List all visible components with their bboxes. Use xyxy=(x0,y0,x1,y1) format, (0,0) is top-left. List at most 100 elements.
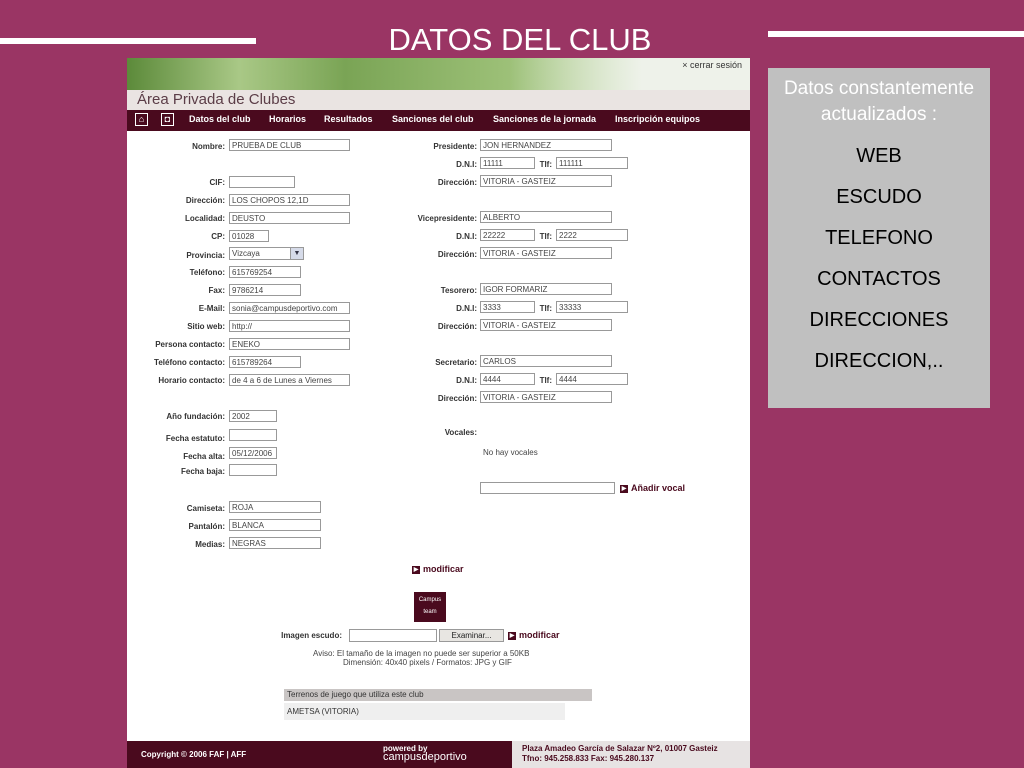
secretario-tlf-input[interactable]: 4444 xyxy=(556,373,628,385)
cif-input[interactable] xyxy=(229,176,295,188)
arrow-right-icon: ▶ xyxy=(508,631,516,640)
fecha-estatuto-label: Fecha estatuto: xyxy=(165,434,225,443)
browse-button[interactable]: Examinar... xyxy=(439,629,504,642)
fecha-estatuto-input[interactable] xyxy=(229,429,277,441)
vicepresidente-input[interactable]: ALBERTO xyxy=(480,211,612,223)
presidente-dir-label: Dirección: xyxy=(437,178,477,187)
vicepresidente-tlf-label: Tlf: xyxy=(539,232,552,241)
chevron-down-icon[interactable]: ▼ xyxy=(290,248,303,259)
persona-contacto-input[interactable]: ENEKO xyxy=(229,338,350,350)
presidente-tlf-input[interactable]: 111111 xyxy=(556,157,628,169)
vocal-input[interactable] xyxy=(480,482,615,494)
nav-inscripcion-equipos[interactable]: Inscripción equipos xyxy=(615,114,700,124)
web-label: Sitio web: xyxy=(187,322,225,331)
area-title: Área Privada de Clubes xyxy=(127,90,750,110)
nombre-label: Nombre: xyxy=(192,142,225,151)
presidente-dir-input[interactable]: VITORIA - GASTEIZ xyxy=(480,175,612,187)
cif-label: CIF: xyxy=(209,178,225,187)
tesorero-label: Tesorero: xyxy=(440,286,477,295)
telefono-input[interactable]: 615769254 xyxy=(229,266,301,278)
secretario-label: Secretario: xyxy=(435,358,477,367)
nav-resultados[interactable]: Resultados xyxy=(324,114,373,124)
email-label: E-Mail: xyxy=(198,304,225,313)
nav-datos-del-club[interactable]: Datos del club xyxy=(189,114,251,124)
tesorero-dni-label: D.N.I: xyxy=(456,304,477,313)
localidad-input[interactable]: DEUSTO xyxy=(229,212,350,224)
cp-input[interactable]: 01028 xyxy=(229,230,269,242)
imagen-escudo-label: Imagen escudo: xyxy=(281,631,342,640)
copyright-text: Copyright © 2006 FAF | AFF xyxy=(141,750,247,759)
email-input[interactable]: sonia@campusdeportivo.com xyxy=(229,302,350,314)
nav-horarios[interactable]: Horarios xyxy=(269,114,306,124)
escudo-modificar-label: modificar xyxy=(519,630,560,640)
escudo-dimension-notice: Dimensión: 40x40 pixels / Formatos: JPG … xyxy=(343,658,512,667)
fecha-alta-input[interactable]: 05/12/2006 xyxy=(229,447,277,459)
vicepresidente-label: Vicepresidente: xyxy=(417,214,477,223)
presidente-tlf-label: Tlf: xyxy=(539,160,552,169)
no-vocales-text: No hay vocales xyxy=(483,448,538,457)
logout-link[interactable]: × cerrar sesión xyxy=(682,60,742,70)
fecha-alta-label: Fecha alta: xyxy=(183,452,225,461)
home-icon[interactable]: ⌂ xyxy=(135,113,148,126)
add-vocal-button[interactable]: ▶ Añadir vocal xyxy=(620,483,685,493)
ano-fundacion-input[interactable]: 2002 xyxy=(229,410,277,422)
telefono-label: Teléfono: xyxy=(189,268,225,277)
powered-by-logo: powered by campusdeportivo xyxy=(383,744,467,763)
footer-address: Plaza Amadeo García de Salazar Nº2, 0100… xyxy=(512,741,750,768)
direccion-label: Dirección: xyxy=(185,196,225,205)
title-rule-right xyxy=(768,31,1024,37)
camera-icon[interactable]: ◘ xyxy=(161,113,174,126)
imagen-escudo-input[interactable] xyxy=(349,629,437,642)
terrenos-header: Terrenos de juego que utiliza este club xyxy=(284,689,592,701)
secretario-dir-input[interactable]: VITORIA - GASTEIZ xyxy=(480,391,612,403)
app-screenshot: × cerrar sesión Área Privada de Clubes ⌂… xyxy=(127,58,750,768)
vicepresidente-tlf-input[interactable]: 2222 xyxy=(556,229,628,241)
vicepresidente-dir-label: Dirección: xyxy=(437,250,477,259)
vicepresidente-dni-input[interactable]: 22222 xyxy=(480,229,535,241)
nav-sanciones-de-la-jornada[interactable]: Sanciones de la jornada xyxy=(493,114,596,124)
arrow-right-icon: ▶ xyxy=(412,565,420,574)
fecha-baja-label: Fecha baja: xyxy=(180,467,225,476)
info-item-contactos: CONTACTOS xyxy=(817,268,941,290)
direccion-input[interactable]: LOS CHOPOS 12,1D xyxy=(229,194,350,206)
vocales-label: Vocales: xyxy=(444,428,477,437)
presidente-input[interactable]: JON HERNANDEZ xyxy=(480,139,612,151)
tesorero-input[interactable]: IGOR FORMARIZ xyxy=(480,283,612,295)
telefono-contacto-label: Teléfono contacto: xyxy=(154,358,225,367)
vicepresidente-dir-input[interactable]: VITORIA - GASTEIZ xyxy=(480,247,612,259)
crest-text-bottom: team xyxy=(423,609,437,615)
secretario-input[interactable]: CARLOS xyxy=(480,355,612,367)
medias-input[interactable]: NEGRAS xyxy=(229,537,321,549)
horario-contacto-label: Horario contacto: xyxy=(158,376,225,385)
presidente-dni-label: D.N.I: xyxy=(456,160,477,169)
camiseta-label: Camiseta: xyxy=(186,504,225,513)
info-item-telefono: TELEFONO xyxy=(825,227,933,249)
nombre-input[interactable]: PRUEBA DE CLUB xyxy=(229,139,350,151)
info-item-web: WEB xyxy=(856,145,902,167)
provincia-select[interactable]: Vizcaya ▼ xyxy=(229,247,304,260)
telefono-contacto-input[interactable]: 615789264 xyxy=(229,356,301,368)
info-panel: Datos constantemente actualizados : WEB … xyxy=(768,68,990,408)
info-item-escudo: ESCUDO xyxy=(836,186,922,208)
camiseta-input[interactable]: ROJA xyxy=(229,501,321,513)
cp-label: CP: xyxy=(211,232,225,241)
nav-sanciones-del-club[interactable]: Sanciones del club xyxy=(392,114,474,124)
escudo-size-notice: Aviso: El tamaño de la imagen no puede s… xyxy=(313,649,530,658)
presidente-dni-input[interactable]: 11111 xyxy=(480,157,535,169)
horario-contacto-input[interactable]: de 4 a 6 de Lunes a Viernes xyxy=(229,374,350,386)
info-item-direccion: DIRECCION,.. xyxy=(814,350,944,372)
modificar-button[interactable]: ▶ modificar xyxy=(412,564,464,574)
tesorero-tlf-input[interactable]: 33333 xyxy=(556,301,628,313)
fecha-baja-input[interactable] xyxy=(229,464,277,476)
main-nav: ⌂ ◘ Datos del club Horarios Resultados S… xyxy=(127,110,750,131)
web-input[interactable]: http:// xyxy=(229,320,350,332)
title-rule-left xyxy=(0,38,256,44)
secretario-dni-input[interactable]: 4444 xyxy=(480,373,535,385)
persona-contacto-label: Persona contacto: xyxy=(155,340,225,349)
tesorero-dir-input[interactable]: VITORIA - GASTEIZ xyxy=(480,319,612,331)
fax-input[interactable]: 9786214 xyxy=(229,284,301,296)
escudo-modificar-button[interactable]: ▶ modificar xyxy=(508,630,560,640)
add-vocal-label: Añadir vocal xyxy=(631,483,686,493)
pantalon-input[interactable]: BLANCA xyxy=(229,519,321,531)
tesorero-dni-input[interactable]: 3333 xyxy=(480,301,535,313)
